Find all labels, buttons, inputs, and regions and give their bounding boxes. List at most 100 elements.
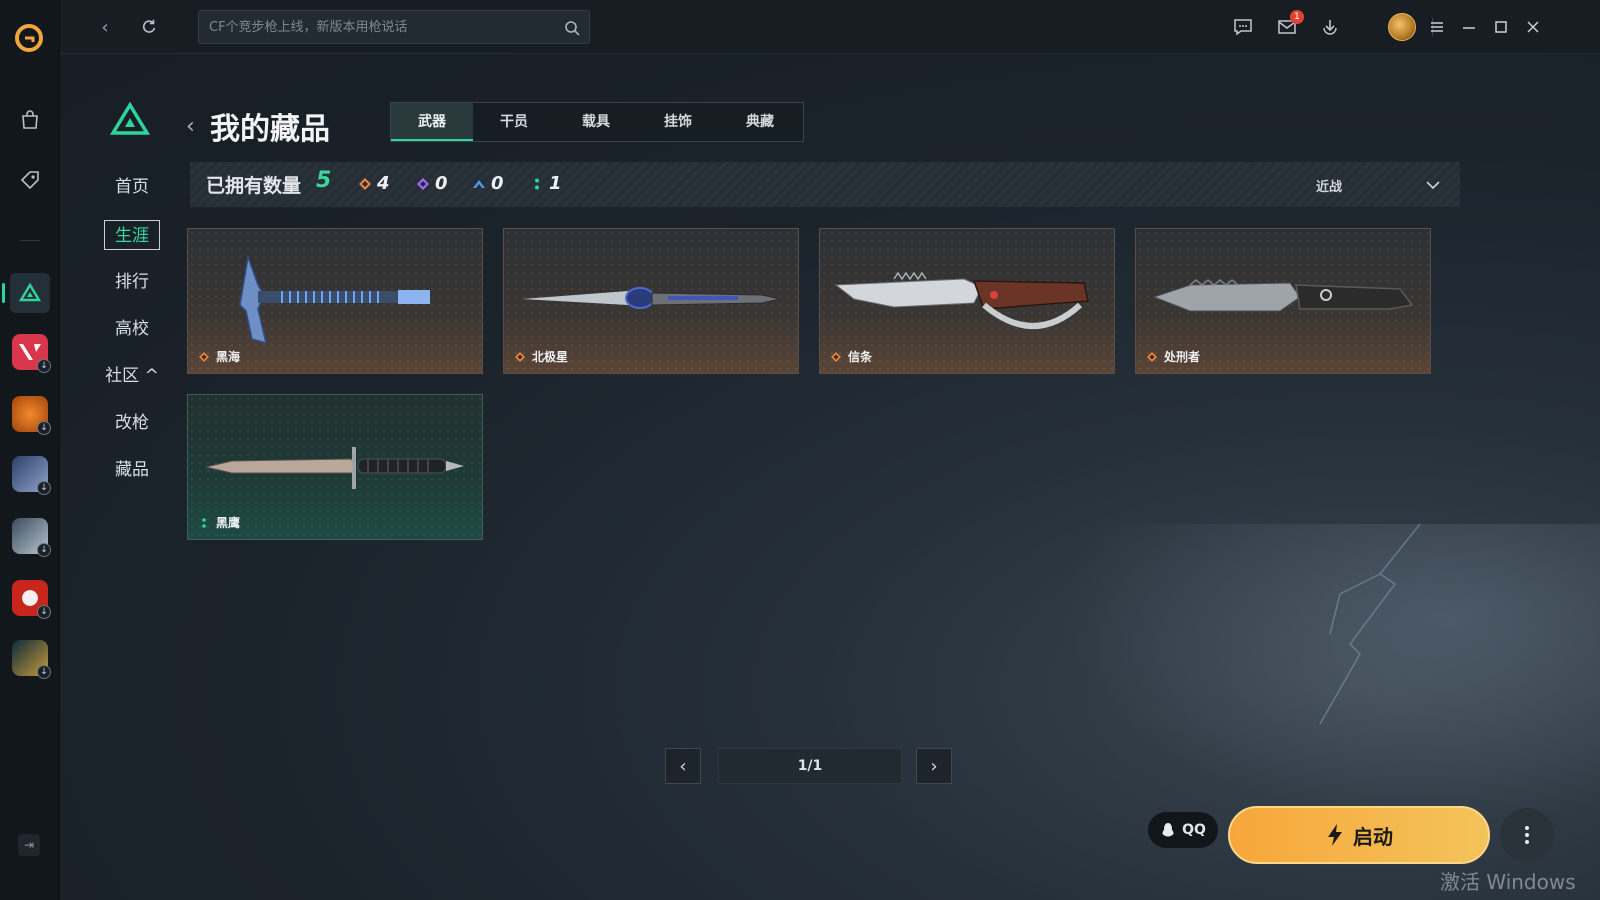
search-box[interactable] [198, 10, 590, 44]
weapon-card[interactable]: 黑鹰 [187, 394, 483, 540]
tag-icon[interactable] [10, 160, 50, 200]
sidebar-item-career[interactable]: 生涯 [104, 220, 160, 250]
menu-icon[interactable] [1424, 14, 1450, 40]
dagger-icon [522, 287, 781, 309]
knuckle-knife-icon [834, 271, 1089, 329]
rarity-purple-count: 0 [416, 173, 448, 194]
more-options-button[interactable] [1500, 808, 1554, 862]
weapon-name: 处刑者 [1146, 348, 1200, 365]
weapon-name-text: 信条 [848, 350, 873, 364]
sidebar-item-collection[interactable]: 藏品 [104, 455, 160, 485]
next-page-button[interactable]: › [916, 748, 952, 784]
combat-knife-icon [205, 447, 464, 489]
rarity-count: 0 [435, 173, 448, 194]
top-bar: ‹ 1 [60, 0, 1600, 54]
page-indicator: 1/1 [718, 748, 902, 784]
rarity-count: 0 [491, 173, 504, 194]
rarity-count: 1 [549, 173, 562, 194]
qq-account-button[interactable]: QQ [1148, 812, 1218, 848]
close-icon[interactable] [1520, 14, 1546, 40]
prev-page-button[interactable]: ‹ [665, 748, 701, 784]
expand-rail-icon[interactable]: ⇥ [18, 834, 40, 856]
diamond-orange-icon [515, 351, 525, 362]
sidebar-item-ranking[interactable]: 排行 [104, 267, 160, 297]
ownership-stats-bar: 已拥有数量 5 4 0 0 1 近战 [190, 162, 1460, 208]
avatar[interactable] [1388, 13, 1416, 41]
minimize-icon[interactable] [1456, 14, 1482, 40]
lightning-decoration [1319, 523, 1421, 725]
weapon-name-text: 黑鹰 [216, 516, 241, 530]
tab-archive[interactable]: 典藏 [719, 103, 801, 141]
shooter-game-icon[interactable]: ↓ [12, 518, 51, 557]
search-input[interactable] [209, 17, 549, 37]
sidebar-item-gunsmith[interactable]: 改枪 [104, 408, 160, 438]
diamond-orange-icon [199, 351, 209, 362]
dots-green-icon [202, 517, 206, 528]
mail-icon[interactable]: 1 [1274, 10, 1304, 40]
tab-vehicles[interactable]: 载具 [555, 103, 637, 141]
sidebar-item-home[interactable]: 首页 [104, 172, 160, 202]
rail-divider [20, 240, 40, 241]
owned-label: 已拥有数量 [206, 175, 302, 197]
diamond-orange-icon [1147, 351, 1157, 362]
launch-button[interactable]: 启动 [1228, 806, 1490, 864]
lol-game-icon[interactable]: ↓ [12, 640, 51, 679]
weapon-name: 北极星 [514, 348, 568, 365]
chat-icon[interactable] [1230, 14, 1256, 40]
tab-charms[interactable]: 挂饰 [637, 103, 719, 141]
page-back-icon[interactable]: ‹ [186, 114, 195, 139]
delta-brand-icon [110, 102, 150, 135]
delta-game-icon[interactable] [2, 273, 50, 313]
valorant-game-icon[interactable]: ↓ [12, 334, 51, 373]
search-icon[interactable] [563, 19, 581, 37]
axe-icon [239, 254, 430, 345]
main-content: 首页 生涯 排行 高校 社区 ^ 改枪 藏品 ‹ 我的藏品 武器 干员 载具 挂… [60, 54, 1600, 900]
qq-penguin-icon [1162, 823, 1174, 837]
download-icon: ↓ [37, 481, 51, 495]
vertical-dots-icon [1525, 826, 1529, 844]
download-icon: ↓ [37, 605, 51, 619]
basketball-game-icon[interactable]: ↓ [12, 396, 51, 435]
diamond-purple-icon [417, 177, 429, 190]
weapon-card[interactable]: 处刑者 [1135, 228, 1431, 374]
sidebar-item-college[interactable]: 高校 [104, 314, 160, 344]
weapon-card[interactable]: 北极星 [503, 228, 799, 374]
weapon-name-text: 处刑者 [1164, 350, 1201, 364]
weapon-card[interactable]: 信条 [819, 228, 1115, 374]
weapon-name-text: 黑海 [216, 350, 241, 364]
back-icon[interactable]: ‹ [92, 14, 118, 40]
mail-badge: 1 [1290, 10, 1304, 24]
qq-label: QQ [1182, 822, 1206, 838]
store-icon[interactable] [10, 100, 50, 140]
weapon-name: 黑鹰 [198, 514, 240, 531]
launch-label: 启动 [1353, 824, 1393, 849]
chevron-blue-icon [473, 179, 485, 188]
maximize-icon[interactable] [1488, 14, 1514, 40]
download-manager-icon[interactable] [1317, 14, 1343, 40]
dots-green-icon [535, 178, 539, 189]
chevron-down-icon [1426, 181, 1440, 190]
refresh-icon[interactable] [136, 14, 162, 40]
tab-weapons[interactable]: 武器 [391, 103, 473, 141]
anime-game-icon[interactable]: ↓ [12, 456, 51, 495]
rarity-orange-count: 4 [358, 173, 390, 194]
serrated-knife-icon [1152, 279, 1414, 312]
app-logo-icon[interactable] [13, 22, 45, 54]
rarity-blue-count: 0 [472, 173, 504, 194]
tab-operators[interactable]: 干员 [473, 103, 555, 141]
weapon-name: 信条 [830, 348, 872, 365]
download-icon: ↓ [37, 665, 51, 679]
weapon-name-text: 北极星 [532, 350, 569, 364]
download-icon: ↓ [37, 421, 51, 435]
weapon-type-filter[interactable]: 近战 [1306, 172, 1446, 198]
filter-value: 近战 [1316, 180, 1343, 195]
sidebar-item-community[interactable]: 社区 ^ [104, 361, 160, 391]
weapon-card[interactable]: 黑海 [187, 228, 483, 374]
diamond-orange-icon [359, 177, 371, 190]
windows-activation-watermark: 激活 Windows [1440, 870, 1576, 894]
download-icon: ↓ [37, 543, 51, 557]
diamond-orange-icon [831, 351, 841, 362]
weapon-name: 黑海 [198, 348, 240, 365]
crossfire-game-icon[interactable]: ↓ [12, 580, 51, 619]
rarity-count: 4 [377, 173, 390, 194]
